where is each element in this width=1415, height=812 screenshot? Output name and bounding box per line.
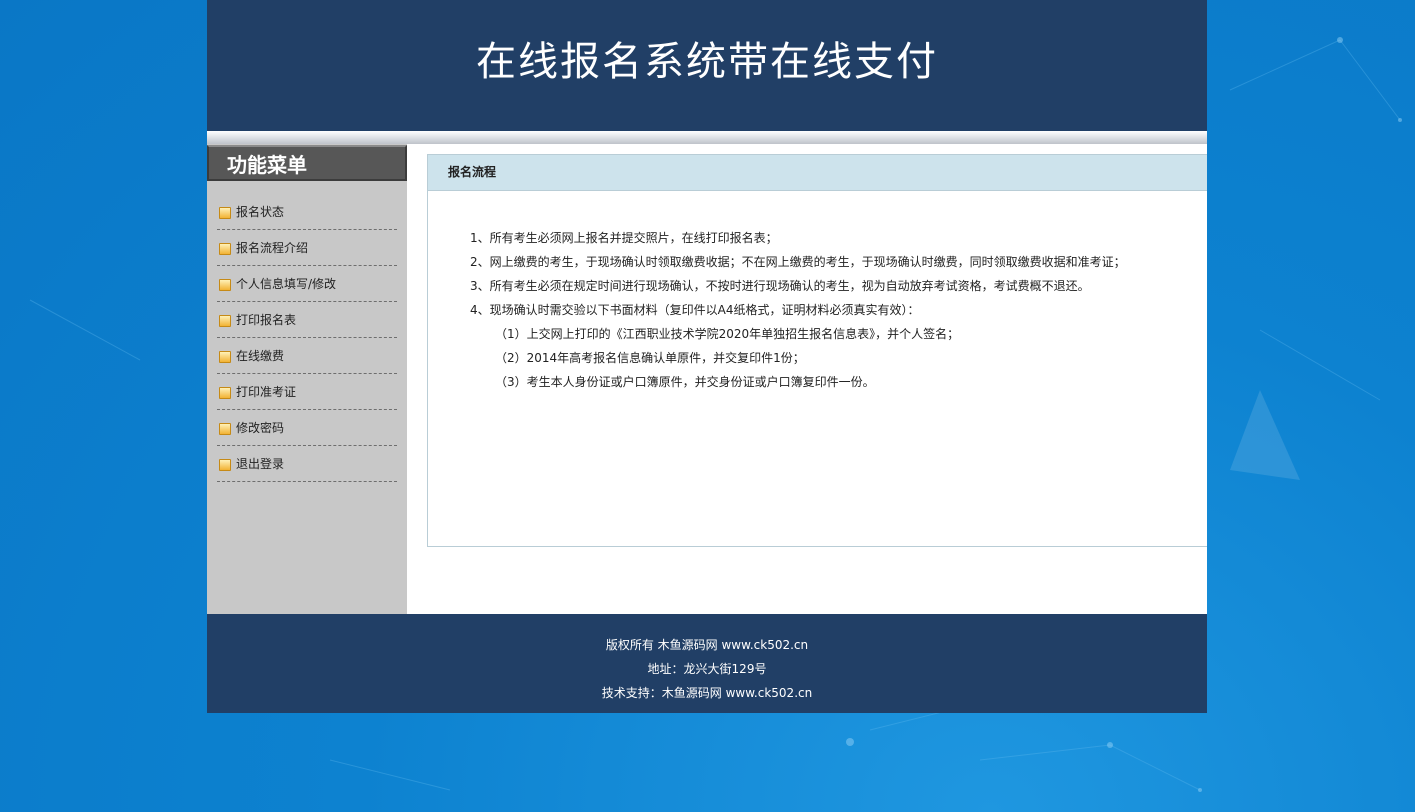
sidebar-item-print-form[interactable]: 打印报名表 xyxy=(217,302,397,338)
process-steps: 1、所有考生必须网上报名并提交照片，在线打印报名表； 2、网上缴费的考生，于现场… xyxy=(470,226,1126,394)
sidebar-item-change-password[interactable]: 修改密码 xyxy=(217,410,397,446)
rss-icon xyxy=(219,207,231,219)
process-substep: （2）2014年高考报名信息确认单原件，并交复印件1份； xyxy=(495,351,805,365)
sidebar-item-label: 报名状态 xyxy=(236,205,285,219)
rss-icon xyxy=(219,423,231,435)
footer-support: 技术支持：木鱼源码网 www.ck502.cn xyxy=(601,686,813,700)
sidebar: 功能菜单 报名状态 报名流程介绍 个人信息填写/修改 打印报名表 在线缴费 打印… xyxy=(207,144,407,614)
sidebar-item-label: 报名流程介绍 xyxy=(236,241,309,255)
menu-title: 功能菜单 xyxy=(207,145,407,181)
rss-icon xyxy=(219,243,231,255)
sidebar-item-process-intro[interactable]: 报名流程介绍 xyxy=(217,230,397,266)
footer-address: 地址：龙兴大街129号 xyxy=(647,662,767,676)
rss-icon xyxy=(219,279,231,291)
process-step: 3、所有考生必须在规定时间进行现场确认，不按时进行现场确认的考生，视为自动放弃考… xyxy=(470,279,1090,293)
site-header: 在线报名系统带在线支付 xyxy=(207,0,1207,131)
sidebar-item-registration-status[interactable]: 报名状态 xyxy=(217,194,397,230)
sidebar-item-label: 个人信息填写/修改 xyxy=(236,277,337,291)
sidebar-item-logout[interactable]: 退出登录 xyxy=(217,446,397,482)
content-area: 功能菜单 报名状态 报名流程介绍 个人信息填写/修改 打印报名表 在线缴费 打印… xyxy=(207,144,1207,614)
process-step: 4、现场确认时需交验以下书面材料（复印件以A4纸格式，证明材料必须真实有效）： xyxy=(470,303,920,317)
rss-icon xyxy=(219,351,231,363)
rss-icon xyxy=(219,387,231,399)
site-title: 在线报名系统带在线支付 xyxy=(476,39,938,85)
panel-title: 报名流程 xyxy=(428,155,1207,191)
sidebar-item-personal-info[interactable]: 个人信息填写/修改 xyxy=(217,266,397,302)
rss-icon xyxy=(219,315,231,327)
sidebar-item-label: 打印报名表 xyxy=(236,313,297,327)
sidebar-item-label: 打印准考证 xyxy=(236,385,297,399)
sidebar-item-label: 在线缴费 xyxy=(236,349,285,363)
footer-copyright: 版权所有 木鱼源码网 www.ck502.cn xyxy=(605,638,809,652)
site-footer: 版权所有 木鱼源码网 www.ck502.cn 地址：龙兴大街129号 技术支持… xyxy=(207,614,1207,713)
menu-list: 报名状态 报名流程介绍 个人信息填写/修改 打印报名表 在线缴费 打印准考证 修… xyxy=(217,194,397,482)
sidebar-item-print-admission[interactable]: 打印准考证 xyxy=(217,374,397,410)
rss-icon xyxy=(219,459,231,471)
process-panel: 报名流程 1、所有考生必须网上报名并提交照片，在线打印报名表； 2、网上缴费的考… xyxy=(427,154,1207,547)
header-divider xyxy=(207,131,1207,144)
process-substep: （3）考生本人身份证或户口簿原件，并交身份证或户口簿复印件一份。 xyxy=(495,375,875,389)
process-substep: （1）上交网上打印的《江西职业技术学院2020年单独招生报名信息表》，并个人签名… xyxy=(495,327,960,341)
sidebar-item-online-payment[interactable]: 在线缴费 xyxy=(217,338,397,374)
sidebar-item-label: 退出登录 xyxy=(236,457,285,471)
sidebar-item-label: 修改密码 xyxy=(236,421,285,435)
process-step: 1、所有考生必须网上报名并提交照片，在线打印报名表； xyxy=(470,231,778,245)
process-step: 2、网上缴费的考生，于现场确认时领取缴费收据；不在网上缴费的考生，于现场确认时缴… xyxy=(470,255,1126,269)
page-container: 在线报名系统带在线支付 功能菜单 报名状态 报名流程介绍 个人信息填写/修改 打… xyxy=(207,0,1207,713)
